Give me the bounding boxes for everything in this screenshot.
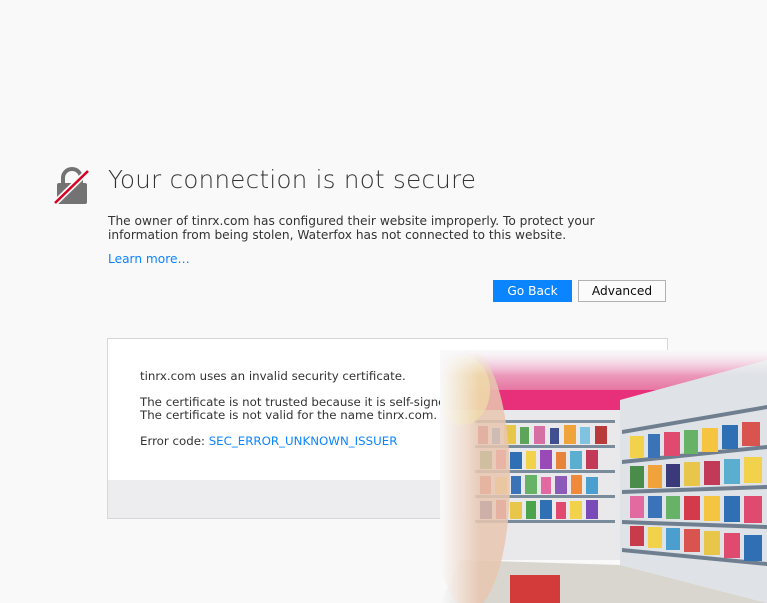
details-line-invalid-cert: tinrx.com uses an invalid security certi… xyxy=(140,369,406,383)
pharmacy-photo xyxy=(440,350,767,603)
go-back-button[interactable]: Go Back xyxy=(493,280,572,302)
error-code-line: Error code: SEC_ERROR_UNKNOWN_ISSUER xyxy=(140,435,397,448)
broken-lock-icon xyxy=(52,167,91,206)
advanced-button[interactable]: Advanced xyxy=(578,280,666,302)
details-line-name-mismatch: The certificate is not valid for the nam… xyxy=(140,408,438,422)
page-title: Your connection is not secure xyxy=(108,165,477,194)
learn-more-link[interactable]: Learn more… xyxy=(108,252,190,267)
error-page: Your connection is not secure The owner … xyxy=(0,0,767,603)
error-code-label: Error code: xyxy=(140,434,209,448)
error-description: The owner of tinrx.com has configured th… xyxy=(108,214,595,242)
error-code-link[interactable]: SEC_ERROR_UNKNOWN_ISSUER xyxy=(209,434,398,448)
